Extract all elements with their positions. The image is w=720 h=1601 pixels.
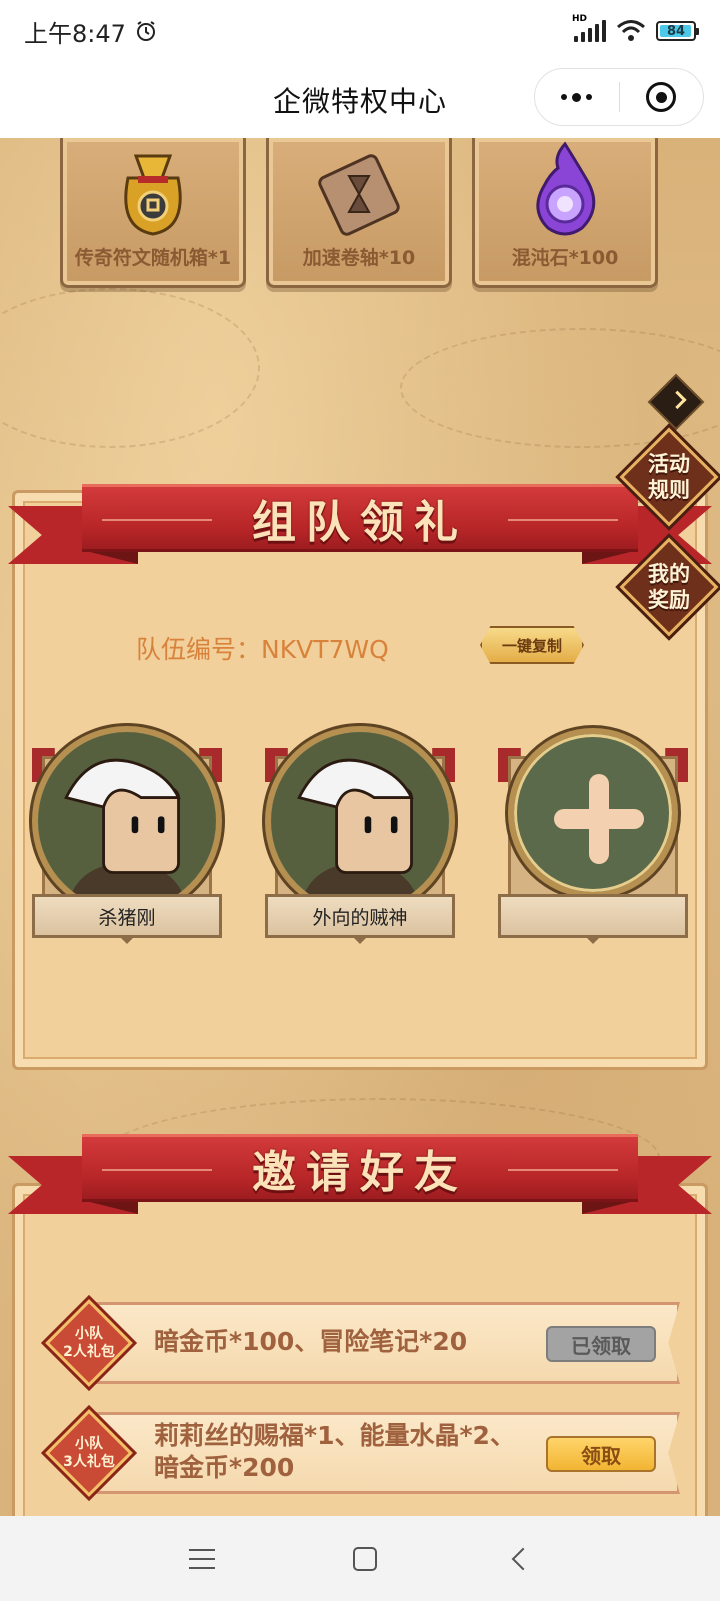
hero-avatar-icon [38, 732, 216, 910]
content-area[interactable]: 传奇符文随机箱*1 加速卷轴*10 混沌石*100 组队领礼 活动 规则 我的 … [0, 138, 720, 1516]
gift-badge-line2: 2人礼包 [63, 1344, 115, 1360]
empty-slot [508, 728, 678, 898]
status-time: 上午8:47 [24, 19, 126, 48]
activity-rules-button[interactable]: 活动 规则 [619, 427, 719, 527]
map-decoration [0, 288, 260, 448]
reward-card[interactable]: 传奇符文随机箱*1 [60, 138, 246, 288]
reward-label: 加速卷轴*10 [302, 247, 416, 269]
my-rewards-button[interactable]: 我的 奖励 [619, 537, 719, 637]
purple-flame-icon [536, 141, 596, 236]
reward-label: 混沌石*100 [511, 247, 619, 269]
wifi-icon [617, 20, 645, 41]
invite-section-title: 邀请好友 [252, 1147, 468, 1198]
member-name: 外向的贼神 [265, 894, 455, 938]
status-right: HD 84 [572, 14, 699, 43]
gift-line: 莉莉丝的赐福*1、能量水晶*2、 [154, 1421, 515, 1450]
gift-badge-line1: 小队 [75, 1436, 103, 1452]
signal-icon: HD [572, 14, 606, 42]
reward-label: 传奇符文随机箱*1 [74, 247, 232, 269]
team-section-title: 组队领礼 [252, 497, 468, 548]
gift-badge-line2: 3人礼包 [63, 1454, 115, 1470]
alarm-icon [136, 21, 155, 41]
more-button[interactable] [535, 69, 619, 125]
battery-icon: 84 [656, 21, 699, 41]
status-left: 上午8:47 [24, 14, 158, 49]
back-icon[interactable] [511, 1547, 535, 1570]
invite-member-slot[interactable] [498, 726, 688, 948]
member-name: 杀猪刚 [32, 894, 222, 938]
avatar [32, 726, 222, 916]
reward-list: 传奇符文随机箱*1 加速卷轴*10 混沌石*100 [60, 138, 660, 288]
team-id-value: NKVT7WQ [261, 635, 389, 664]
hero-avatar-icon [271, 732, 449, 910]
scroll-icon [318, 154, 400, 236]
member-name [498, 894, 688, 938]
system-nav-bar [0, 1516, 720, 1601]
nav-bar: 企微特权中心 [0, 62, 720, 138]
bag-icon [124, 154, 182, 236]
team-ribbon: 组队领礼 [0, 478, 720, 578]
reward-card[interactable]: 加速卷轴*10 [266, 138, 452, 288]
network-type: HD [572, 14, 588, 24]
rules-label-line2: 规则 [648, 478, 690, 502]
my-rewards-label-line2: 奖励 [648, 588, 690, 612]
miniprogram-capsule [534, 68, 704, 126]
gift-badge-line1: 小队 [75, 1326, 103, 1342]
gift-description: 莉莉丝的赐福*1、能量水晶*2、 暗金币*200 [154, 1420, 515, 1484]
gift-line: 暗金币*200 [154, 1453, 295, 1482]
reward-card[interactable]: 混沌石*100 [472, 138, 658, 288]
gift-badge: 小队 2人礼包 [44, 1298, 134, 1388]
team-id: 队伍编号：NKVT7WQ [136, 630, 389, 666]
close-miniprogram-button[interactable] [620, 69, 704, 125]
copy-team-id-button[interactable]: 一键复制 [480, 626, 584, 664]
home-icon[interactable] [353, 1546, 377, 1571]
my-rewards-label-line1: 我的 [648, 562, 690, 586]
menu-icon[interactable] [189, 1548, 215, 1569]
avatar [265, 726, 455, 916]
team-member[interactable]: 杀猪刚 [32, 726, 222, 948]
target-icon [646, 82, 677, 112]
team-id-label: 队伍编号： [136, 635, 262, 664]
team-member[interactable]: 外向的贼神 [265, 726, 455, 948]
invite-ribbon: 邀请好友 [0, 1128, 720, 1228]
gift-row: 小队 2人礼包 暗金币*100、冒险笔记*20 已领取 [44, 1298, 680, 1388]
rules-label-line1: 活动 [648, 452, 690, 476]
status-bar: 上午8:47 HD 84 [0, 0, 720, 62]
gift-description: 暗金币*100、冒险笔记*20 [154, 1326, 467, 1358]
gift-line: 暗金币*100、冒险笔记*20 [154, 1327, 468, 1356]
claimed-button[interactable]: 已领取 [546, 1326, 656, 1362]
gift-row: 小队 3人礼包 莉莉丝的赐福*1、能量水晶*2、 暗金币*200 领取 [44, 1408, 680, 1498]
battery-level: 84 [666, 23, 686, 39]
gift-badge: 小队 3人礼包 [44, 1408, 134, 1498]
claim-button[interactable]: 领取 [546, 1436, 656, 1472]
page-title: 企微特权中心 [272, 85, 447, 118]
